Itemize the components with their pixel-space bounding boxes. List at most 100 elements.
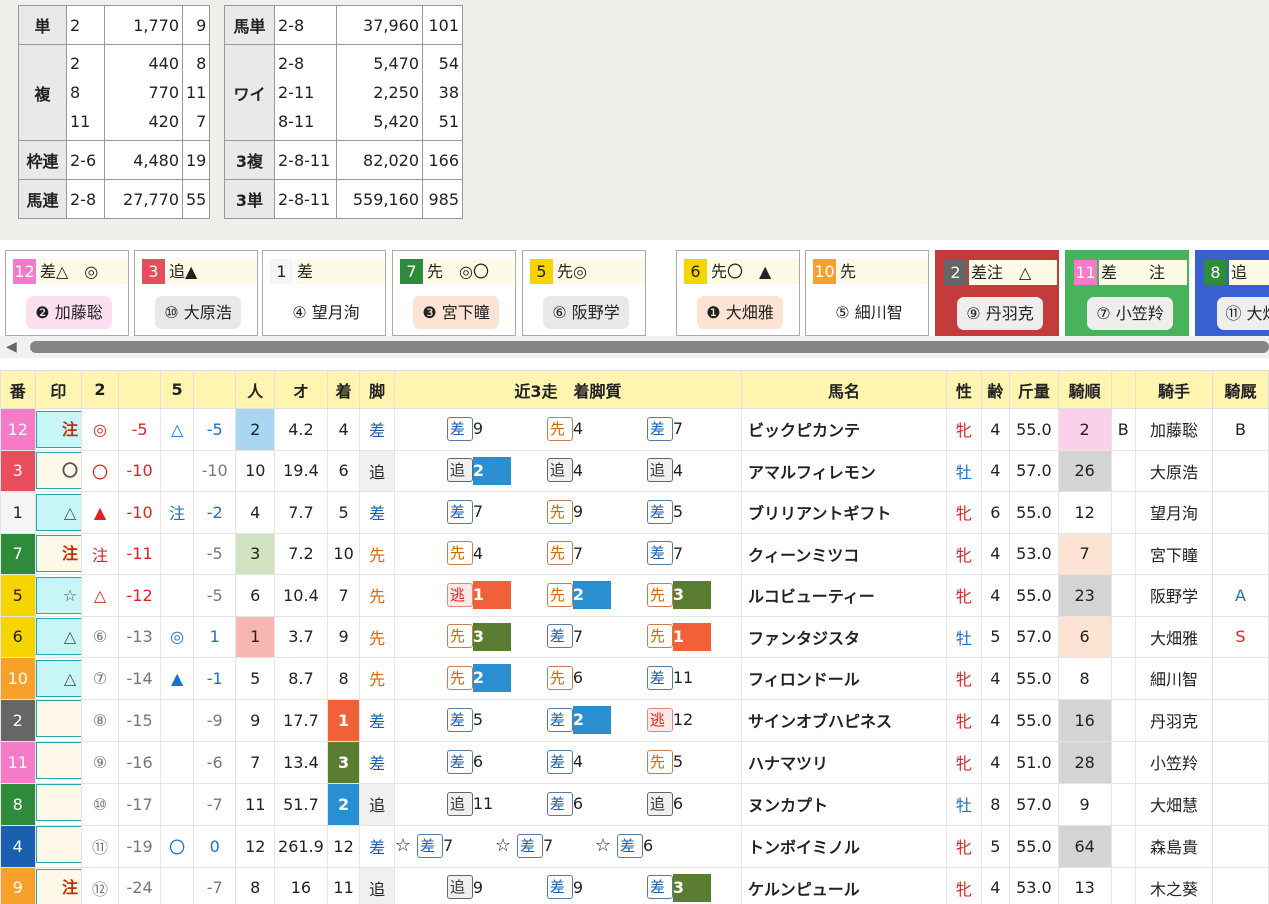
run-position: 7 <box>672 543 684 563</box>
horse-card[interactable]: 12 差△ ◎ ❷ 加藤聡 <box>5 250 129 336</box>
mark-box[interactable] <box>36 742 81 779</box>
mark-cell[interactable]: 〇 <box>34 449 83 492</box>
table-row[interactable]: 5 ☆ △ -12 -5 6 10.4 7 先逃 1 先 2 先 3 ルコビューティー牝 4 55.0 23 阪野学… <box>0 574 1269 617</box>
horizontal-scrollbar[interactable]: ◀ <box>0 336 1269 358</box>
horse-card[interactable]: 2 差注 △ ⑨ 丹羽克 <box>935 250 1059 336</box>
horse-card[interactable]: 6 先〇 ▲ ❶ 大畑雅 <box>676 250 800 336</box>
mark-5 <box>160 698 194 742</box>
table-row[interactable]: 11 ⑨ -16 -6 7 13.4 3 差差 6 差 4 先 5 ハナマツリ牝 4 51.0 28 小笠羚 <box>0 740 1269 784</box>
horse-card[interactable]: 11 差 注 ⑦ 小笠羚 <box>1065 250 1189 336</box>
horse-name[interactable]: ハナマツリ <box>741 740 948 784</box>
mark-cell[interactable]: △ <box>34 657 83 700</box>
table-row[interactable]: 3 〇〇 -10 -10 10 19.4 6 追追 2 追 4 追 4 アマルフィレモン牡 4 57.0 26 大… <box>0 449 1269 492</box>
payout-cell: 2-8-11 <box>274 179 337 219</box>
jockey[interactable]: 小笠羚 <box>1134 740 1214 784</box>
leg-type: 追 <box>359 866 395 904</box>
table-row[interactable]: 9 注 ⑫ -24 -7 8 16 11 追追 9 差 9 差 3 ケルンピュール牝 4 53.0 13 木之葵 <box>0 866 1269 904</box>
mark-5: △ <box>160 408 194 451</box>
horse-name[interactable]: トンボイミノル <box>741 824 948 868</box>
jockey[interactable]: 丹羽克 <box>1134 698 1214 742</box>
recent-run: 逃1 <box>419 581 519 610</box>
horse-name[interactable]: クィーンミツコ <box>741 532 948 575</box>
mark-box[interactable]: 〇 <box>36 452 81 490</box>
scrollbar-thumb[interactable] <box>30 341 1269 353</box>
diff-2: -10 <box>117 449 162 492</box>
jockey[interactable]: 望月洵 <box>1134 491 1214 534</box>
recent-run: 先6 <box>519 664 619 692</box>
mark-box[interactable]: 注 <box>36 535 81 573</box>
jockey[interactable]: 森島貴 <box>1134 824 1214 868</box>
horse-card[interactable]: 7先 ◎〇 ❸ 宮下瞳 <box>392 250 516 336</box>
horse-card[interactable]: 5 先◎ ⑥ 阪野学 <box>522 250 646 336</box>
table-row[interactable]: 6 △ ⑥ -13 ◎ 1 1 3.7 9 先先 3 差 7 先 1 ファンタジスタ牡 5 57.0 6 大畑雅 S <box>0 615 1269 658</box>
jockey[interactable]: 加藤聡 <box>1134 408 1214 451</box>
age: 6 <box>980 491 1011 534</box>
payout-row: 馬単 2-8 37,960 101 <box>224 5 463 45</box>
mark-2: ⑪ <box>81 824 119 868</box>
scroll-left-icon[interactable]: ◀ <box>6 339 17 355</box>
payout-cell: 55 <box>181 179 211 219</box>
table-row[interactable]: 4 ⑪ -19 〇 0 12 261.9 12 差 ☆ 差 7 ☆ 差 7 ☆ 差 6 トンボイミノル牝 5 55.0 6… <box>0 824 1269 868</box>
mark-box[interactable]: 注 <box>36 410 81 448</box>
horse-name[interactable]: ケルンピュール <box>741 866 948 904</box>
run-style-badge: 先 <box>646 624 673 649</box>
horse-card[interactable]: 1差 ④ 望月洵 <box>262 250 386 336</box>
horse-card[interactable]: 8追 ⑪ 大畑慧 <box>1195 250 1269 336</box>
jockey[interactable]: 阪野学 <box>1134 574 1214 617</box>
mark-cell[interactable]: 注 <box>34 532 83 575</box>
mark-box[interactable] <box>36 826 81 863</box>
popularity: 10 <box>235 449 276 492</box>
jockey[interactable]: 宮下瞳 <box>1134 532 1214 575</box>
jockey[interactable]: 細川智 <box>1134 657 1214 700</box>
mark-cell[interactable]: 注 <box>34 408 83 451</box>
mark-box[interactable] <box>36 784 81 821</box>
mark-box[interactable]: ☆ <box>36 576 81 614</box>
horse-name[interactable]: ブリリアントギフト <box>741 491 948 534</box>
finish: 12 <box>326 824 361 868</box>
horse-name[interactable]: フィロンドール <box>741 657 948 700</box>
mark-box[interactable]: △ <box>36 618 81 656</box>
recent-run: 差5 <box>619 498 719 526</box>
horse-card[interactable]: 10 先 ⑤ 細川智 <box>805 250 929 336</box>
horse-name[interactable]: サインオブハピネス <box>741 698 948 742</box>
payout-cell: 101 <box>422 5 463 45</box>
jockey-stable <box>1212 740 1269 784</box>
horse-card[interactable]: 3 追▲ ⑩ 大原浩 <box>134 250 258 336</box>
payout-value: 2-11 <box>278 83 315 102</box>
horse-name[interactable]: ビックピカンテ <box>741 408 948 451</box>
mark-cell[interactable]: 注 <box>34 866 83 904</box>
mark-cell[interactable]: △ <box>34 615 83 658</box>
horse-name[interactable]: ファンタジスタ <box>741 615 948 658</box>
table-row[interactable]: 12 注 ◎ -5 △ -5 2 4.2 4 差差 9 先 4 差 7 ビックピカンテ牝 4 55.0 2 B 加藤聡 B <box>0 408 1269 451</box>
mark-box[interactable]: △ <box>36 493 81 531</box>
mark-cell[interactable]: △ <box>34 491 83 534</box>
horse-name[interactable]: ルコビューティー <box>741 574 948 617</box>
table-row[interactable]: 8 ⑩ -17 -7 11 51.7 2 追追 11 差 6 追 6 ヌンカプト牡 8 57.0 9 大畑慧 <box>0 782 1269 826</box>
mark-cell[interactable] <box>34 740 83 784</box>
table-row[interactable]: 1 △ ▲ -10 注 -2 4 7.7 5 差差 7 先 9 差 5 ブリリアントギフト牝 6 55.0 12 望月… <box>0 491 1269 534</box>
horse-name[interactable]: ヌンカプト <box>741 782 948 826</box>
table-row[interactable]: 7 注注 -11 -5 3 7.2 10 先先 4 先 7 差 7 クィーンミツコ牝 4 53.0 7 宮下瞳 <box>0 532 1269 575</box>
payout-value: 2-8 <box>70 189 97 209</box>
mark-cell[interactable] <box>34 782 83 826</box>
diff-2: -14 <box>117 657 162 700</box>
jockey[interactable]: 大原浩 <box>1134 449 1214 492</box>
table-row[interactable]: 2 ⑧ -15 -9 9 17.7 1 差差 5 差 2 逃 12 サインオブハピネス牝 4 55.0 16 丹羽… <box>0 698 1269 742</box>
horse-name[interactable]: アマルフィレモン <box>741 449 948 492</box>
popularity: 5 <box>235 657 276 700</box>
run-position: 9 <box>472 419 484 439</box>
mark-box[interactable]: △ <box>36 659 81 697</box>
payout-value: 4,480 <box>133 150 179 170</box>
mark-box[interactable]: 注 <box>36 869 81 904</box>
diff-5: 0 <box>192 824 237 868</box>
table-row[interactable]: 10 △ ⑦ -14 ▲ -1 5 8.7 8 先先 2 先 6 差 11 フィロンドール牝 4 55.0 8 細川智 <box>0 657 1269 700</box>
jockey[interactable]: 大畑雅 <box>1134 615 1214 658</box>
jockey[interactable]: 大畑慧 <box>1134 782 1214 826</box>
mark-cell[interactable] <box>34 824 83 868</box>
mark-cell[interactable] <box>34 698 83 742</box>
weight: 57.0 <box>1009 449 1059 492</box>
mark-box[interactable] <box>36 700 81 737</box>
jockey[interactable]: 木之葵 <box>1134 866 1214 904</box>
payout-row: 枠連 2-6 4,480 19 <box>18 140 211 180</box>
mark-cell[interactable]: ☆ <box>34 574 83 617</box>
